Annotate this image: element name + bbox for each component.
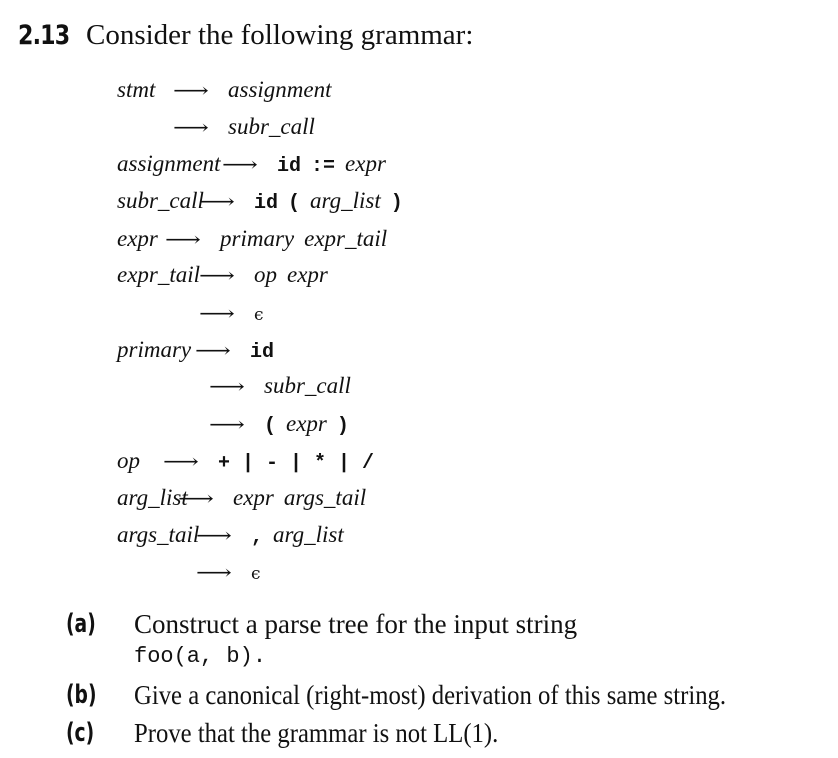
- terminal-token: id: [254, 192, 279, 215]
- rule-rhs: id: [250, 335, 274, 368]
- rule-rhs: id ( arg_list): [254, 186, 403, 219]
- nonterminal: arg_list: [310, 188, 381, 213]
- rule-rhs: id := expr: [277, 149, 386, 182]
- nonterminal: op: [254, 262, 277, 287]
- exercise-heading: Consider the following grammar:: [86, 19, 474, 51]
- terminal-token: ): [390, 192, 403, 215]
- nonterminal: expr: [286, 411, 327, 436]
- derives-arrow-icon: ⟶: [163, 449, 199, 473]
- terminal-token: ): [336, 415, 349, 438]
- nonterminal: arg_list: [273, 522, 344, 547]
- rule-rhs: ϵ: [251, 557, 261, 589]
- derives-arrow-icon: ⟶: [199, 301, 235, 325]
- derives-arrow-icon: ⟶: [196, 523, 232, 547]
- nonterminal: subr_call: [228, 114, 315, 139]
- exercise-number: 2.13: [18, 20, 70, 51]
- terminal-token: id: [277, 155, 302, 178]
- derives-arrow-icon: ⟶: [199, 263, 235, 287]
- rule-rhs: op expr: [254, 260, 328, 290]
- rule-lhs: op: [117, 448, 140, 473]
- derives-arrow-icon: ⟶: [173, 78, 209, 102]
- derives-arrow-icon: ⟶: [209, 412, 245, 436]
- rule-rhs: assignment: [228, 75, 332, 105]
- rule-rhs: subr_call: [228, 112, 315, 142]
- nonterminal: subr_call: [264, 373, 351, 398]
- rule-lhs: expr_tail: [117, 262, 201, 287]
- nonterminal: args_tail: [283, 485, 367, 510]
- nonterminal: expr: [345, 151, 386, 176]
- part-b-label: (b): [66, 680, 97, 710]
- derives-arrow-icon: ⟶: [165, 227, 201, 251]
- part-b-text: Give a canonical (right-most) derivation…: [134, 680, 727, 710]
- rule-rhs: primary expr_tail: [220, 224, 387, 254]
- terminal-token: :=: [311, 155, 336, 178]
- part-c-text: Prove that the grammar is not LL(1).: [134, 718, 499, 748]
- terminal-token: id: [250, 341, 275, 364]
- derives-arrow-icon: ⟶: [199, 189, 235, 213]
- epsilon-symbol: ϵ: [251, 564, 261, 584]
- rule-rhs: , arg_list: [251, 520, 344, 553]
- part-a-text: Construct a parse tree for the input str…: [134, 609, 578, 639]
- derives-arrow-icon: ⟶: [195, 338, 231, 362]
- rule-lhs: primary: [117, 337, 192, 362]
- rule-rhs: ϵ: [254, 298, 264, 330]
- nonterminal: expr: [287, 262, 328, 287]
- terminal-token: (: [264, 415, 277, 438]
- rule-rhs: + | - | * | /: [218, 446, 374, 479]
- derives-arrow-icon: ⟶: [196, 560, 232, 584]
- rule-lhs: expr: [117, 226, 158, 251]
- nonterminal: primary: [220, 226, 295, 251]
- rule-lhs: subr_call: [117, 188, 204, 213]
- rule-rhs: ( expr): [264, 409, 349, 442]
- rule-lhs: assignment: [117, 151, 221, 176]
- rule-rhs: subr_call: [264, 371, 351, 401]
- part-a-input-string: foo(a, b).: [134, 644, 267, 669]
- derives-arrow-icon: ⟶: [209, 374, 245, 398]
- terminal-token: + | - | * | /: [218, 452, 375, 475]
- derives-arrow-icon: ⟶: [178, 486, 214, 510]
- nonterminal: expr: [233, 485, 274, 510]
- part-c-label: (c): [66, 718, 95, 748]
- terminal-token: (: [288, 192, 301, 215]
- derives-arrow-icon: ⟶: [173, 115, 209, 139]
- nonterminal: expr_tail: [304, 226, 388, 251]
- rule-lhs: stmt: [117, 77, 156, 102]
- rule-rhs: expr args_tail: [233, 483, 366, 513]
- derives-arrow-icon: ⟶: [222, 152, 258, 176]
- epsilon-symbol: ϵ: [254, 305, 264, 325]
- part-a-label: (a): [66, 609, 96, 639]
- rule-lhs: args_tail: [117, 522, 200, 547]
- nonterminal: assignment: [228, 77, 332, 102]
- terminal-token: ,: [251, 526, 264, 549]
